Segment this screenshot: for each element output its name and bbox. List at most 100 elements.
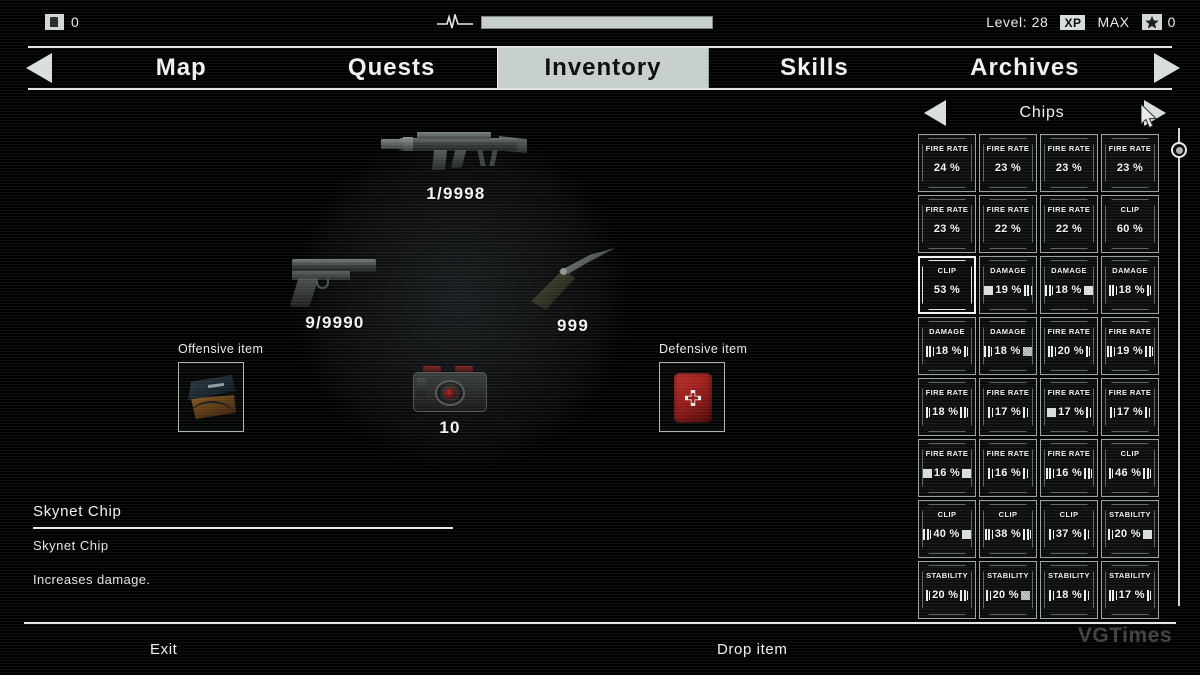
chip-face: FIRE RATE 17 % <box>1044 382 1094 432</box>
chip-tile[interactable]: FIRE RATE 16 % <box>918 439 976 497</box>
offensive-item-label: Offensive item <box>178 342 264 356</box>
chip-rarity-marker <box>952 290 971 309</box>
chip-face: FIRE RATE 19 % <box>1105 321 1155 371</box>
knife-icon <box>529 246 617 312</box>
chip-tile[interactable]: CLIP 40 % <box>918 500 976 558</box>
chip-rarity-marker <box>952 534 971 553</box>
pulse-icon <box>437 14 473 30</box>
chip-tile[interactable]: CLIP 37 % <box>1040 500 1098 558</box>
chip-stat-label: FIRE RATE <box>925 205 969 214</box>
chip-tile[interactable]: FIRE RATE 23 % <box>1101 134 1159 192</box>
chip-tile[interactable]: FIRE RATE 23 % <box>1040 134 1098 192</box>
chip-tile[interactable]: DAMAGE 19 % <box>979 256 1037 314</box>
nav-tab-list: Map Quests Inventory Skills Archives <box>76 48 1130 88</box>
description-subtitle: Skynet Chip <box>33 538 109 553</box>
chip-face: CLIP 46 % <box>1105 443 1155 493</box>
chip-stat-label: FIRE RATE <box>925 144 969 153</box>
slot-melee-weapon[interactable]: 999 <box>528 246 618 336</box>
chip-face: DAMAGE 18 % <box>922 321 972 371</box>
loadout-wheel: 1/9998 9/9990 999 10 Offensive item Defe… <box>0 96 910 496</box>
chip-tile[interactable]: FIRE RATE 16 % <box>1040 439 1098 497</box>
chip-tile[interactable]: FIRE RATE 19 % <box>1101 317 1159 375</box>
chip-face: FIRE RATE 23 % <box>922 199 972 249</box>
tab-skills[interactable]: Skills <box>709 48 919 88</box>
chip-tile[interactable]: STABILITY 20 % <box>1101 500 1159 558</box>
chips-next-icon[interactable] <box>1144 100 1166 126</box>
chip-tile[interactable]: FIRE RATE 22 % <box>1040 195 1098 253</box>
chips-scrollbar[interactable] <box>1171 128 1187 606</box>
star-value: 0 <box>1167 14 1176 30</box>
chip-rarity-marker <box>1135 534 1154 553</box>
chip-tile[interactable]: FIRE RATE 20 % <box>1040 317 1098 375</box>
chip-tile[interactable]: DAMAGE 18 % <box>979 317 1037 375</box>
defensive-item-box[interactable] <box>659 362 725 432</box>
chip-tile[interactable]: FIRE RATE 17 % <box>1101 378 1159 436</box>
chip-rarity-marker <box>1013 229 1032 248</box>
offensive-item-box[interactable] <box>178 362 244 432</box>
chip-stat-label: FIRE RATE <box>925 449 969 458</box>
chip-tile[interactable]: FIRE RATE 24 % <box>918 134 976 192</box>
chip-tile[interactable]: STABILITY 17 % <box>1101 561 1159 619</box>
main-nav: Map Quests Inventory Skills Archives <box>0 46 1200 90</box>
chip-tile[interactable]: FIRE RATE 16 % <box>979 439 1037 497</box>
chip-tile[interactable]: FIRE RATE 17 % <box>1040 378 1098 436</box>
chip-tile[interactable]: STABILITY 20 % <box>918 561 976 619</box>
chip-rarity-marker <box>1135 290 1154 309</box>
chip-tile[interactable]: FIRE RATE 23 % <box>979 134 1037 192</box>
drop-item-button[interactable]: Drop item <box>717 641 787 658</box>
chip-tile[interactable]: DAMAGE 18 % <box>1101 256 1159 314</box>
chip-tile[interactable]: FIRE RATE 23 % <box>918 195 976 253</box>
chip-rarity-marker <box>1135 595 1154 614</box>
slot-secondary-weapon[interactable]: 9/9990 <box>287 251 383 333</box>
chips-scrollbar-track[interactable] <box>1178 128 1180 606</box>
chip-rarity-marker <box>1135 473 1154 492</box>
tab-quests[interactable]: Quests <box>286 48 496 88</box>
chip-tile[interactable]: CLIP 38 % <box>979 500 1037 558</box>
tab-map[interactable]: Map <box>76 48 286 88</box>
slot-offensive-item[interactable]: Offensive item <box>178 342 263 432</box>
chip-rarity-marker <box>1135 351 1154 370</box>
chip-stat-label: FIRE RATE <box>1108 144 1152 153</box>
chip-stat-label: CLIP <box>1120 205 1140 214</box>
exit-button[interactable]: Exit <box>150 641 177 658</box>
slot-gadget[interactable]: 10 <box>410 364 490 438</box>
chip-tile[interactable]: STABILITY 20 % <box>979 561 1037 619</box>
chip-face: CLIP 38 % <box>983 504 1033 554</box>
hud-status-bar: 0 Level: 28 XP MAX 0 <box>0 0 1200 44</box>
chip-face: STABILITY 20 % <box>922 565 972 615</box>
chip-stat-label: FIRE RATE <box>1047 205 1091 214</box>
chip-tile[interactable]: CLIP 60 % <box>1101 195 1159 253</box>
chips-prev-icon[interactable] <box>924 100 946 126</box>
tab-archives[interactable]: Archives <box>920 48 1130 88</box>
chips-scrollbar-thumb[interactable] <box>1171 142 1187 158</box>
chip-tile[interactable]: CLIP 46 % <box>1101 439 1159 497</box>
chip-face: DAMAGE 18 % <box>1105 260 1155 310</box>
chip-face: FIRE RATE 16 % <box>922 443 972 493</box>
nav-rule-bottom <box>28 88 1172 90</box>
chip-tile[interactable]: FIRE RATE 18 % <box>918 378 976 436</box>
xp-state-label: MAX <box>1097 14 1130 30</box>
pistol-icon <box>288 251 382 309</box>
chip-stat-label: FIRE RATE <box>1108 388 1152 397</box>
chevron-right-icon[interactable] <box>1154 53 1180 83</box>
chip-face: DAMAGE 19 % <box>983 260 1033 310</box>
slot-defensive-item[interactable]: Defensive item <box>659 342 747 432</box>
chip-tile[interactable]: FIRE RATE 17 % <box>979 378 1037 436</box>
chip-stat-label: DAMAGE <box>990 327 1026 336</box>
chevron-left-icon[interactable] <box>26 53 52 83</box>
footer-divider <box>24 622 1176 624</box>
chip-tile[interactable]: DAMAGE 18 % <box>918 317 976 375</box>
chip-tile[interactable]: FIRE RATE 22 % <box>979 195 1037 253</box>
chip-tile[interactable]: STABILITY 18 % <box>1040 561 1098 619</box>
tab-inventory[interactable]: Inventory <box>496 48 710 88</box>
chip-rarity-marker <box>952 168 971 187</box>
chip-rarity-marker <box>1013 473 1032 492</box>
chip-stat-label: CLIP <box>1059 510 1079 519</box>
chip-face: FIRE RATE 20 % <box>1044 321 1094 371</box>
inventory-screen: 0 Level: 28 XP MAX 0 Map Quests Inventor… <box>0 0 1200 675</box>
chip-stat-label: CLIP <box>937 510 957 519</box>
chip-tile[interactable]: DAMAGE 18 % <box>1040 256 1098 314</box>
chip-rarity-marker <box>1013 595 1032 614</box>
chip-tile[interactable]: CLIP 53 % <box>918 256 976 314</box>
slot-primary-weapon[interactable]: 1/9998 <box>376 124 536 204</box>
